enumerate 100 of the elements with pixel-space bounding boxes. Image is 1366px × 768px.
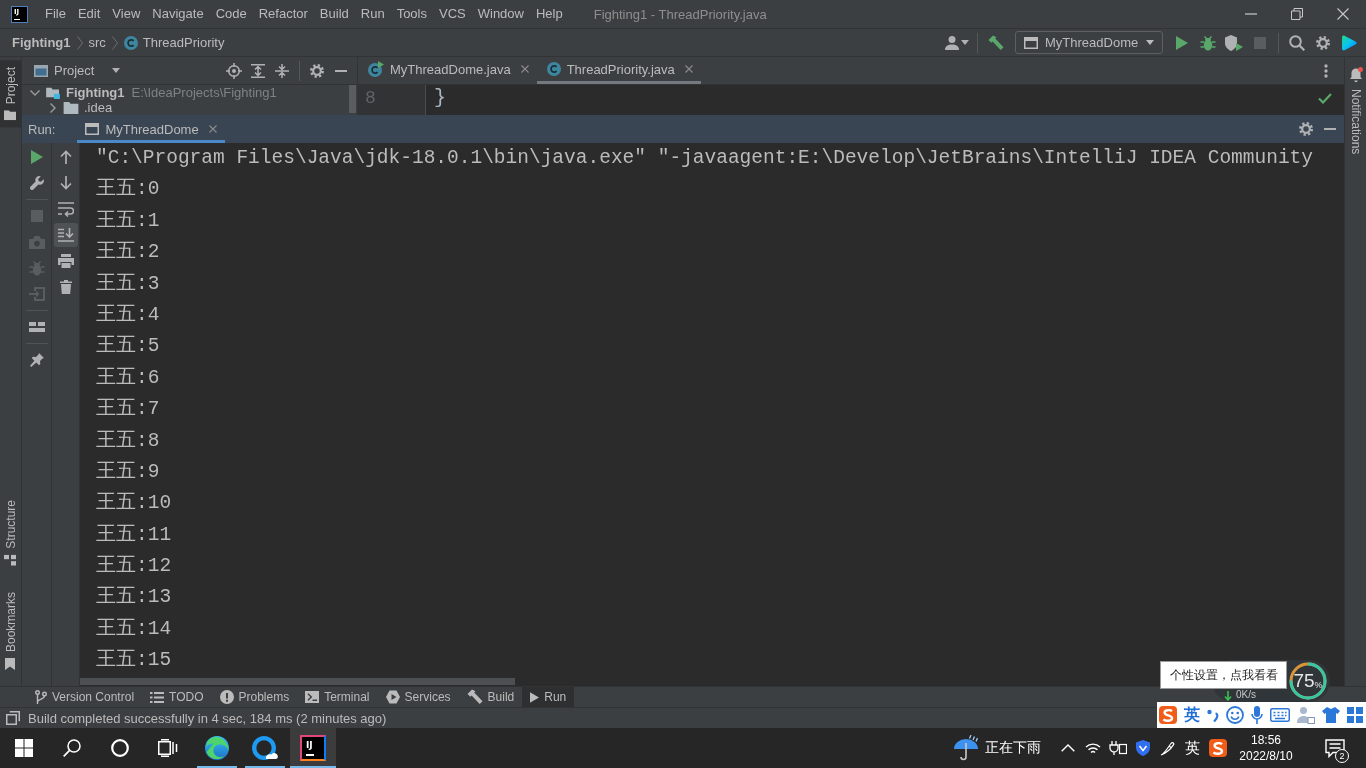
- s-logo-icon[interactable]: [1159, 706, 1177, 724]
- settings-icon: [1315, 34, 1331, 51]
- console-line: 王五:11: [96, 522, 172, 548]
- plug-icon: [1108, 741, 1127, 755]
- grid-icon[interactable]: [1347, 707, 1363, 723]
- tool-window-tab[interactable]: Project: [0, 60, 21, 128]
- weather-button[interactable]: 正在下雨: [950, 728, 1045, 768]
- tree-item[interactable]: Fighting1: [66, 86, 125, 101]
- language-button[interactable]: 英: [1180, 728, 1205, 768]
- punctuation-icon[interactable]: [1207, 708, 1219, 722]
- scrollbar-thumb: [349, 85, 356, 113]
- download-arrow-icon: [1224, 691, 1232, 701]
- tool-tab[interactable]: Version Control: [27, 687, 143, 707]
- smiley-icon[interactable]: [1226, 706, 1244, 724]
- breadcrumb[interactable]: Fighting1: [12, 32, 71, 53]
- notification-icon[interactable]: [1325, 738, 1345, 758]
- editor-tab[interactable]: MyThreadDome.java: [358, 57, 537, 84]
- shield-icon: [1135, 740, 1150, 756]
- console-line: 王五:7: [96, 397, 160, 423]
- console-line: 王五:0: [96, 177, 160, 203]
- hammer-icon: [466, 689, 483, 705]
- menu-item[interactable]: Help: [529, 0, 569, 28]
- s-logo-icon: [1208, 739, 1227, 757]
- tool-tab[interactable]: Run: [522, 687, 575, 707]
- menu-item[interactable]: Build: [313, 0, 355, 28]
- close-icon[interactable]: [208, 125, 217, 133]
- breadcrumb[interactable]: src: [88, 32, 106, 53]
- play-icon: [530, 691, 540, 703]
- usage-reading: 75: [1293, 670, 1315, 691]
- scroll-to-end-icon: [57, 228, 74, 242]
- structure-icon: [4, 554, 17, 566]
- menu-item[interactable]: Refactor: [252, 0, 314, 28]
- tool-tab[interactable]: Problems: [211, 687, 298, 707]
- console-line: 王五:13: [96, 585, 172, 611]
- arrow-down-icon: [59, 176, 72, 190]
- tool-tab[interactable]: Services: [377, 687, 459, 707]
- notification-count: 2: [1335, 749, 1349, 763]
- tool-tab[interactable]: Build: [458, 687, 523, 707]
- tool-window-tab[interactable]: Structure: [0, 493, 21, 573]
- minus-icon: [1324, 128, 1336, 130]
- scroll-to-end-button[interactable]: [53, 223, 78, 247]
- console-line: 王五:1: [96, 208, 160, 234]
- bookmark-icon: [5, 658, 16, 670]
- menu-item[interactable]: VCS: [433, 0, 472, 28]
- menu-item[interactable]: Code: [209, 0, 253, 28]
- tool-tab[interactable]: Terminal: [297, 687, 378, 707]
- folder-icon: [4, 110, 17, 121]
- layout-icon: [28, 322, 45, 332]
- clock-time[interactable]: 18:56: [1251, 732, 1281, 748]
- soft-wrap-icon: [57, 201, 74, 217]
- menu-item[interactable]: Navigate: [146, 0, 210, 28]
- chevron-down-icon[interactable]: [30, 90, 40, 97]
- input-mode-toggle[interactable]: 英: [1184, 705, 1200, 725]
- menu-item[interactable]: Window: [471, 0, 530, 28]
- tool-window-tab[interactable]: Notifications: [1345, 57, 1366, 162]
- project-view-dropdown[interactable]: Project: [34, 59, 121, 82]
- tree-item[interactable]: .idea: [84, 100, 113, 115]
- menu-item[interactable]: File: [39, 0, 72, 28]
- tool-window-tab[interactable]: Bookmarks: [0, 584, 21, 677]
- keyboard-icon[interactable]: [1270, 708, 1290, 722]
- run-configuration-dropdown[interactable]: MyThreadDome: [1015, 31, 1163, 54]
- minus-icon: [335, 69, 347, 72]
- chevron-right-icon[interactable]: [50, 102, 56, 113]
- caret-icon: [112, 68, 121, 73]
- hammer-icon: [988, 34, 1004, 51]
- menu-item[interactable]: View: [106, 0, 147, 28]
- tool-tab[interactable]: TODO: [142, 687, 212, 707]
- hexagon-play-icon: [385, 690, 400, 704]
- list-icon: [150, 691, 165, 703]
- menu-item[interactable]: Edit: [71, 0, 107, 28]
- taskbar-app[interactable]: IJ: [290, 728, 336, 768]
- caret-icon: [961, 40, 969, 45]
- expand-all-icon: [251, 63, 265, 78]
- caret-icon: [1146, 40, 1154, 45]
- trash-icon: [59, 280, 72, 294]
- task-view-icon: [158, 739, 178, 757]
- more-icon: [1324, 63, 1328, 78]
- chevron-right-icon: [111, 35, 118, 50]
- wrench-icon: [29, 176, 44, 190]
- shirt-icon[interactable]: [1322, 707, 1340, 723]
- pin-icon: [29, 353, 44, 367]
- window-title: Fighting1 - ThreadPriority.java: [593, 6, 767, 22]
- console-line: 王五:3: [96, 271, 160, 297]
- person-icon[interactable]: [1297, 706, 1315, 724]
- chevron-right-icon: [76, 35, 83, 50]
- breadcrumb[interactable]: ThreadPriority: [123, 32, 225, 53]
- stop-icon: [30, 210, 43, 222]
- close-icon[interactable]: [684, 65, 693, 73]
- exclamation-icon: [219, 690, 234, 704]
- microphone-icon[interactable]: [1251, 706, 1263, 724]
- menu-item[interactable]: Tools: [390, 0, 433, 28]
- usage-unit: %: [1314, 679, 1323, 690]
- arrow-up-icon: [59, 150, 72, 164]
- play-icon: [1176, 35, 1188, 50]
- menu-item[interactable]: Run: [354, 0, 391, 28]
- clock-date[interactable]: 2022/8/10: [1239, 748, 1293, 764]
- panels-icon[interactable]: [6, 711, 20, 725]
- pen-icon: [1159, 740, 1176, 756]
- cloud-ring-icon: [252, 736, 278, 760]
- close-icon[interactable]: [520, 65, 529, 73]
